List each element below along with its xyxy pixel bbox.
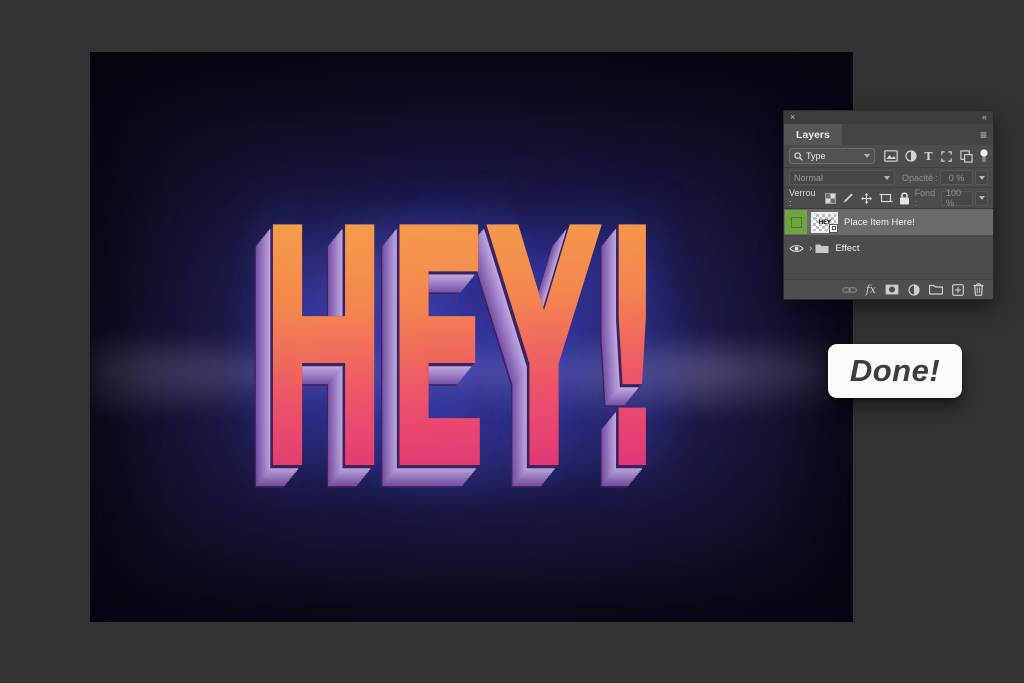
panel-tabs: Layers ≡ — [784, 124, 993, 145]
blend-mode-value: Normal — [794, 173, 823, 183]
document-canvas[interactable]: HEY! HEY! — [90, 52, 853, 622]
search-icon — [794, 152, 803, 161]
group-folder-icon — [815, 243, 829, 254]
delete-layer-trash-icon[interactable] — [973, 283, 984, 296]
opacity-value: 0 % — [949, 173, 965, 183]
new-group-folder-icon[interactable] — [929, 284, 943, 295]
layer-list: HEY Place Item Here! › Effect — [784, 208, 993, 261]
filter-row: Type T — [784, 145, 993, 167]
filter-value: Type — [806, 151, 861, 161]
type-filter-icon[interactable]: T — [924, 150, 932, 163]
layer-row-place-item[interactable]: HEY Place Item Here! — [784, 209, 993, 235]
lock-artboard-icon[interactable] — [879, 192, 893, 204]
adjustment-filter-icon[interactable] — [905, 150, 917, 162]
opacity-label: Opacité : — [902, 173, 938, 183]
add-mask-icon[interactable] — [885, 284, 899, 295]
done-badge: Done! — [828, 344, 962, 398]
panel-empty-area — [784, 261, 993, 279]
panel-menu-icon[interactable]: ≡ — [974, 124, 993, 145]
visibility-cell[interactable] — [784, 209, 808, 235]
fill-value-field[interactable]: 100 % — [941, 191, 973, 206]
layer-style-fx-button[interactable]: fx — [866, 283, 876, 296]
eye-icon[interactable] — [789, 243, 804, 254]
layer-name[interactable]: Place Item Here! — [844, 217, 915, 228]
hidden-eye-well — [791, 217, 802, 228]
smart-object-thumbnail[interactable]: HEY — [811, 212, 838, 233]
new-layer-icon[interactable] — [952, 284, 964, 296]
headline-face: HEY! — [259, 159, 665, 543]
tab-layers[interactable]: Layers — [784, 124, 842, 145]
blend-mode-dropdown[interactable]: Normal — [789, 170, 895, 185]
smart-object-badge-icon — [829, 224, 838, 233]
shape-filter-icon[interactable] — [940, 150, 953, 163]
filter-icons: T — [880, 149, 988, 163]
blend-row: Normal Opacité : 0 % — [784, 167, 993, 187]
lock-row: Verrou : Fond : 100 — [784, 187, 993, 208]
pixel-layer-filter-icon[interactable] — [884, 150, 898, 162]
smart-object-filter-icon[interactable] — [960, 150, 973, 163]
collapse-icon[interactable]: « — [982, 113, 987, 122]
done-badge-text: Done! — [850, 353, 940, 389]
headline-3d-text: HEY! HEY! — [259, 186, 665, 516]
lock-transparency-icon[interactable] — [825, 193, 836, 204]
tabbar-fill — [842, 124, 974, 145]
filter-type-dropdown[interactable]: Type — [789, 148, 875, 164]
lock-icons — [825, 192, 910, 205]
lock-label: Verrou : — [789, 188, 820, 208]
panel-topbar: × « — [784, 111, 993, 124]
layer-row-effect[interactable]: › Effect — [784, 235, 993, 261]
headline-wrap: HEY! HEY! — [90, 52, 853, 622]
visibility-cell[interactable] — [784, 235, 808, 261]
fill-group: Fond : 100 % — [915, 188, 988, 208]
layer-color-label — [785, 210, 807, 234]
lock-all-icon[interactable] — [899, 192, 910, 205]
close-icon[interactable]: × — [790, 113, 795, 122]
lock-image-brush-icon[interactable] — [842, 192, 854, 204]
layer-name[interactable]: Effect — [835, 243, 859, 254]
chevron-down-icon — [884, 176, 890, 180]
fill-label: Fond : — [915, 188, 939, 208]
group-disclosure-icon[interactable]: › — [809, 243, 812, 254]
layers-panel: × « Layers ≡ Type T — [783, 110, 994, 300]
chevron-down-icon — [979, 176, 985, 180]
chevron-down-icon — [864, 154, 870, 158]
chevron-down-icon — [979, 196, 985, 200]
opacity-dropdown-button[interactable] — [975, 170, 988, 185]
panel-footer: fx — [784, 279, 993, 299]
opacity-value-field[interactable]: 0 % — [940, 170, 973, 185]
link-layers-icon[interactable] — [842, 286, 857, 294]
new-adjustment-layer-icon[interactable] — [908, 284, 920, 296]
lock-position-icon[interactable] — [860, 192, 873, 205]
fill-dropdown-button[interactable] — [975, 191, 988, 206]
fill-value: 100 % — [946, 188, 968, 208]
opacity-group: Opacité : 0 % — [902, 170, 988, 185]
filter-toggle-pin-icon[interactable] — [980, 149, 988, 163]
